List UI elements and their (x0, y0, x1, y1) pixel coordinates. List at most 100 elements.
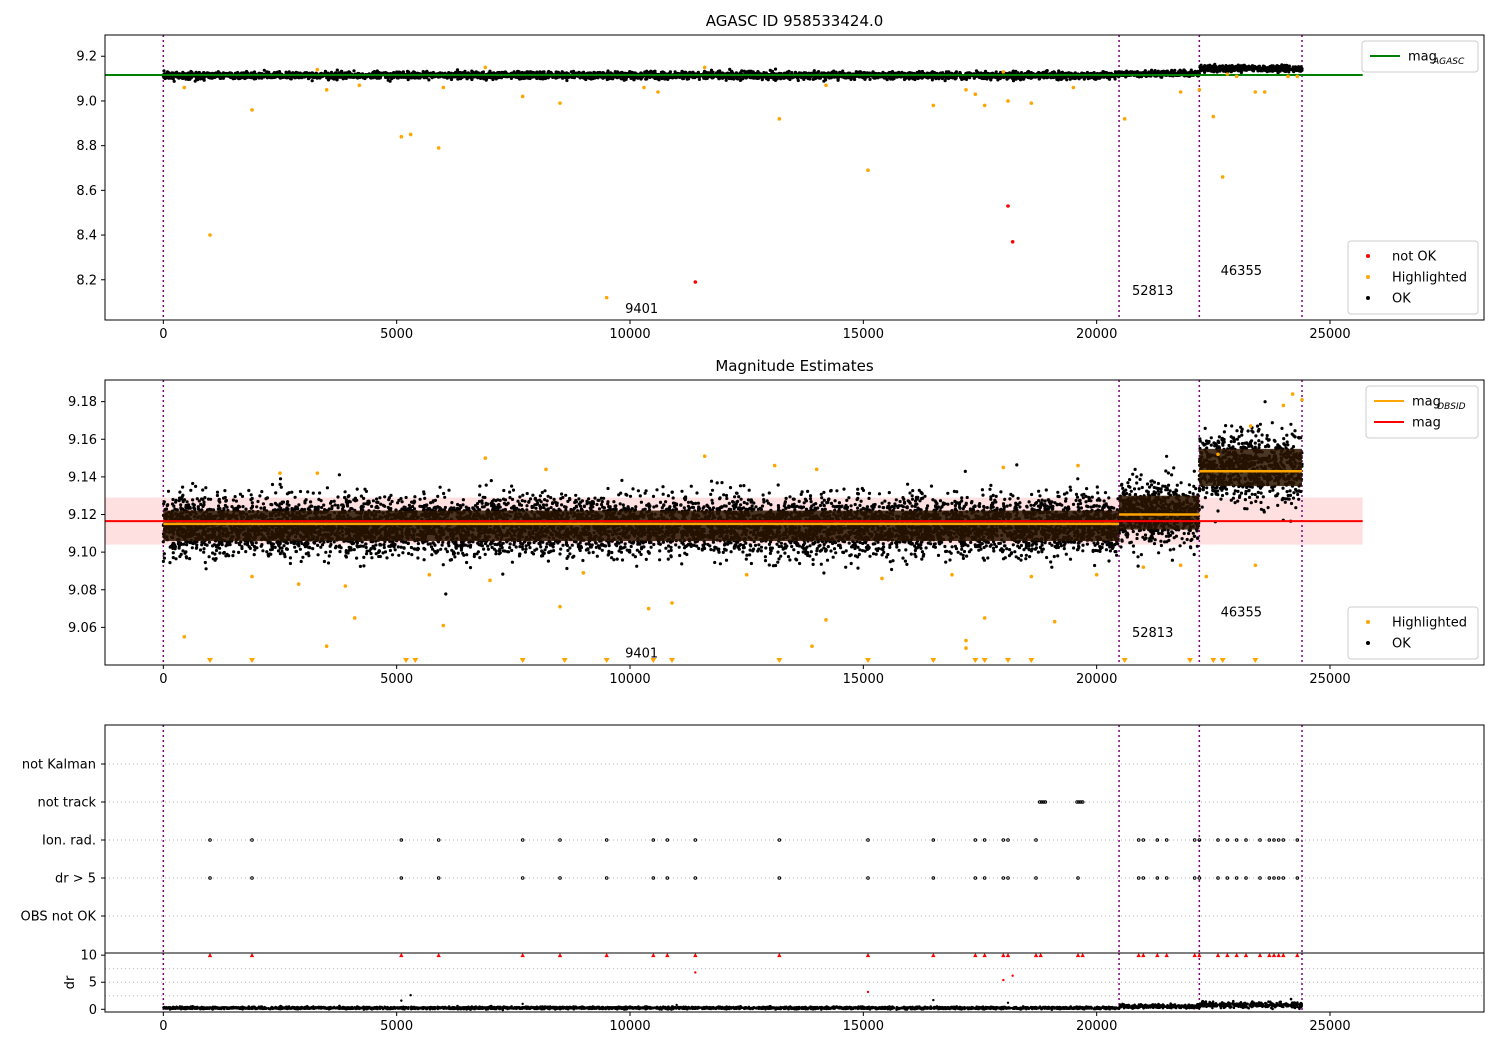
ok-point (1098, 76, 1102, 80)
ok-point (802, 77, 806, 81)
figure: AGASC ID 958533424.0940152813463550 5000 1… (21, 12, 1485, 1034)
ok-point (890, 70, 895, 74)
ok-point (252, 70, 257, 74)
ok-point (841, 69, 845, 73)
ok-point (254, 77, 258, 81)
ok-point (748, 75, 752, 79)
ok-point (822, 79, 826, 83)
ok-point (813, 76, 817, 81)
ok-point (858, 70, 862, 74)
ok-point (1018, 78, 1023, 82)
ok-point (210, 76, 214, 80)
ok-point (693, 76, 697, 80)
ok-point (682, 76, 686, 80)
ok-point (1058, 77, 1062, 81)
ok-point (868, 77, 872, 81)
ok-point (773, 67, 778, 71)
ok-point (484, 78, 488, 82)
ok-point (1107, 77, 1112, 81)
ok-point (571, 69, 576, 73)
ok-point (201, 77, 205, 81)
ok-point (463, 69, 467, 73)
ok-point (512, 70, 516, 74)
ok-point (711, 75, 716, 79)
ok-point (747, 70, 751, 75)
ok-point (911, 77, 915, 81)
ok-point (450, 76, 454, 80)
ok-point (352, 69, 356, 73)
ok-point (768, 68, 772, 72)
agasc-panel: AGASC ID 958533424.0940152813463550 5000 1… (76, 12, 1485, 342)
ok-point (216, 70, 220, 74)
ok-point (796, 78, 800, 83)
ok-point (496, 71, 500, 75)
ok-point (268, 76, 272, 80)
chart-title: AGASC ID 958533424.0 (706, 12, 884, 30)
ok-point (815, 71, 819, 75)
ok-point (240, 76, 244, 80)
ok-point (982, 76, 986, 81)
ok-point (772, 77, 776, 81)
ok-point (727, 76, 731, 81)
ok-point (456, 77, 460, 81)
ok-point (584, 77, 588, 82)
ok-point (565, 78, 569, 83)
ok-point (716, 69, 721, 73)
ok-point (645, 76, 649, 80)
ok-points (161, 62, 1304, 83)
ok-point (943, 79, 947, 83)
ok-point (1196, 70, 1200, 74)
ok-point (1068, 75, 1072, 79)
ok-point (455, 68, 460, 72)
ok-point (704, 70, 708, 74)
ok-point (654, 75, 659, 79)
ok-point (960, 77, 964, 81)
ok-point (731, 75, 735, 80)
ok-point (167, 71, 171, 75)
ok-point (735, 75, 739, 79)
ok-point (162, 69, 166, 73)
ok-point (169, 76, 173, 80)
ok-point (930, 70, 935, 74)
ok-point (697, 77, 702, 81)
ok-point (529, 70, 533, 75)
ok-point (547, 69, 551, 74)
ok-point (488, 69, 492, 73)
ok-point (502, 70, 506, 74)
ok-point (757, 76, 761, 80)
ok-point (369, 76, 373, 80)
ok-point (739, 77, 743, 82)
ok-point (838, 70, 842, 74)
ok-point (601, 71, 605, 75)
ok-point (411, 76, 415, 80)
ok-point (284, 70, 288, 74)
ok-point (470, 69, 474, 73)
ok-point (377, 76, 381, 80)
ok-point (1082, 77, 1086, 81)
ok-point (284, 75, 288, 79)
ok-point (1129, 70, 1133, 74)
ok-point (958, 70, 962, 75)
ok-point (310, 79, 314, 83)
ok-point (664, 76, 668, 80)
ok-point (189, 69, 193, 74)
ok-point (399, 75, 404, 79)
ok-point (1193, 69, 1197, 73)
ok-point (1092, 77, 1096, 81)
ok-point (1180, 69, 1184, 73)
ok-point (1041, 70, 1045, 75)
ok-point (766, 78, 770, 82)
ok-point (335, 68, 339, 72)
ok-point (1137, 71, 1141, 75)
ok-point (917, 69, 921, 74)
ok-point (779, 77, 783, 81)
ok-point (782, 76, 786, 80)
ok-point (787, 69, 791, 73)
ok-point (312, 75, 316, 79)
ok-point (427, 78, 431, 82)
ok-point (425, 75, 429, 79)
ok-point (624, 77, 628, 81)
ok-point (760, 75, 764, 79)
ok-point (659, 75, 663, 79)
ok-point (1173, 68, 1177, 72)
